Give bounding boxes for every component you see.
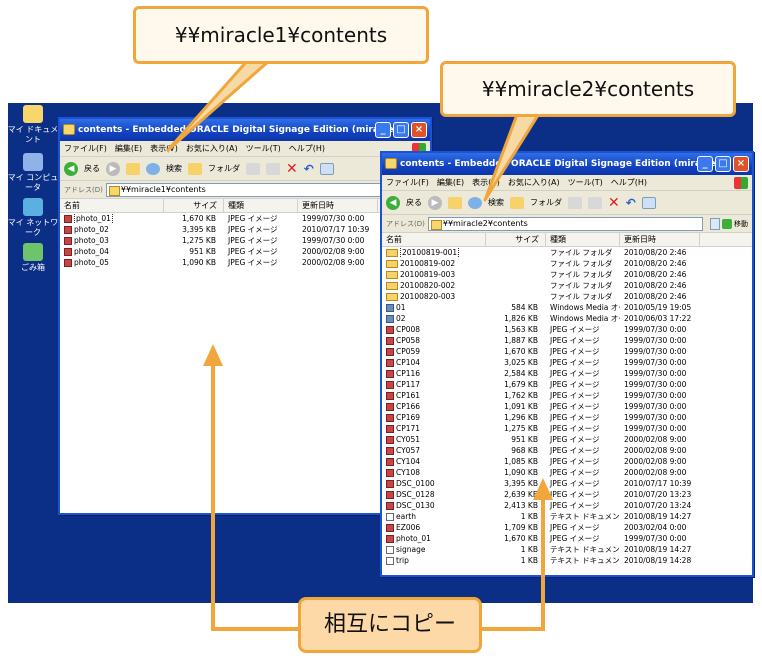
callout-miracle1-path: ¥¥miracle1¥contents: [133, 6, 429, 64]
callout-miracle2-path: ¥¥miracle2¥contents: [440, 61, 736, 117]
arrow-line-left: [211, 360, 300, 631]
arrow-head-right: [533, 478, 553, 500]
arrow-head-left: [203, 344, 223, 366]
arrow-line-right: [480, 494, 545, 631]
callout-tail-2: [483, 110, 542, 202]
screenshot-page: マイ ドキュメント マイ コンピュータ マイ ネットワーク ごみ箱 conten…: [0, 0, 762, 659]
mutual-copy-label: 相互にコピー: [298, 597, 482, 653]
callout-tail-1: [166, 58, 272, 152]
